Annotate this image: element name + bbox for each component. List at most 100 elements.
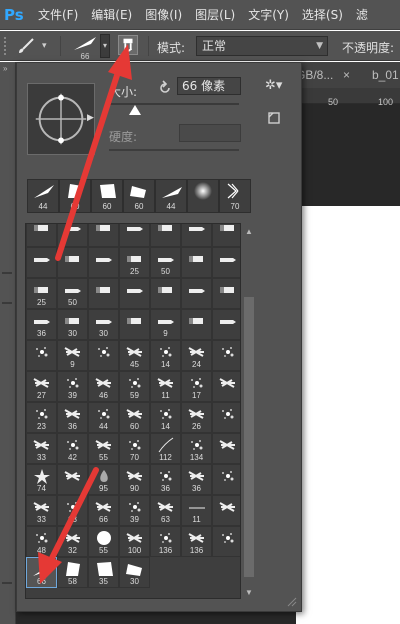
brush-tile[interactable] [212, 526, 240, 557]
brush-tile[interactable]: 48 [26, 526, 57, 557]
brush-tile[interactable] [212, 224, 240, 247]
recent-brush-tile[interactable] [187, 179, 219, 213]
brush-tile[interactable]: 45 [119, 340, 150, 371]
brush-tile[interactable]: 42 [57, 433, 88, 464]
brush-tile[interactable]: 33 [26, 495, 57, 526]
hardness-input[interactable] [179, 124, 241, 142]
gear-icon[interactable]: ✲▾ [265, 77, 289, 93]
brush-tile[interactable] [88, 224, 119, 247]
brush-tile[interactable]: 44 [88, 402, 119, 433]
recent-brush-tile[interactable]: 60 [91, 179, 123, 213]
menu-image[interactable]: 图像(I) [145, 6, 182, 23]
scrollbar[interactable]: ▲ ▼ [241, 223, 257, 599]
brush-tile[interactable]: 60 [119, 402, 150, 433]
brush-tile[interactable]: 63 [57, 495, 88, 526]
brush-tile[interactable]: 55 [88, 526, 119, 557]
recent-brush-tile[interactable]: 70 [219, 179, 251, 213]
brush-tile[interactable] [212, 247, 240, 278]
brush-tile[interactable]: 33 [26, 433, 57, 464]
size-input[interactable]: 66 像素 [177, 77, 241, 95]
brush-tile[interactable] [212, 278, 240, 309]
brush-tile[interactable]: 32 [57, 526, 88, 557]
brush-tile[interactable]: 70 [119, 433, 150, 464]
brush-tool-icon[interactable] [16, 37, 36, 55]
brush-tile[interactable]: 100 [119, 526, 150, 557]
brush-tile[interactable]: 63 [150, 495, 181, 526]
recent-brush-tile[interactable]: 44 [27, 179, 59, 213]
brush-tile[interactable] [26, 247, 57, 278]
brush-tile[interactable] [119, 278, 150, 309]
brush-tile[interactable] [181, 247, 212, 278]
brush-tile[interactable]: 30 [119, 557, 150, 588]
reset-size-icon[interactable] [157, 80, 173, 96]
brush-tile[interactable] [57, 464, 88, 495]
brush-tile[interactable] [119, 309, 150, 340]
toggle-brush-panel-icon[interactable] [118, 35, 138, 55]
brush-tile[interactable]: 30 [57, 309, 88, 340]
brush-tile[interactable]: 74 [26, 464, 57, 495]
brush-tile[interactable]: 35 [88, 557, 119, 588]
angle-arrow-icon[interactable]: ▶ [87, 112, 94, 123]
tool-slot[interactable] [2, 302, 12, 304]
recent-brush-tile[interactable]: 60 [123, 179, 155, 213]
brush-tile[interactable] [150, 278, 181, 309]
brush-tile[interactable]: 50 [57, 278, 88, 309]
brush-tile[interactable] [26, 224, 57, 247]
brush-tile[interactable]: 14 [150, 340, 181, 371]
brush-tile[interactable]: 11 [150, 371, 181, 402]
brush-tile[interactable] [181, 224, 212, 247]
document-canvas[interactable] [296, 206, 400, 624]
menu-layer[interactable]: 图层(L) [195, 6, 235, 23]
brush-tile[interactable]: 66 [26, 557, 57, 588]
brush-tile[interactable]: 24 [181, 340, 212, 371]
mode-select[interactable]: 正常 ▼ [196, 36, 328, 56]
brush-tile[interactable]: 25 [119, 247, 150, 278]
brush-tile[interactable]: 58 [57, 557, 88, 588]
brush-tile[interactable]: 136 [181, 526, 212, 557]
brush-tile[interactable]: 112 [150, 433, 181, 464]
document-tab-2[interactable]: b_01 [372, 68, 399, 82]
brush-tile[interactable]: 136 [150, 526, 181, 557]
brush-tile[interactable]: 59 [119, 371, 150, 402]
menu-edit[interactable]: 编辑(E) [91, 6, 132, 23]
expand-panel-icon[interactable]: » [3, 64, 7, 73]
brush-tile[interactable] [57, 247, 88, 278]
brush-tile[interactable] [119, 224, 150, 247]
brush-tile[interactable]: 46 [88, 371, 119, 402]
brush-tile[interactable]: 27 [26, 371, 57, 402]
menu-select[interactable]: 选择(S) [302, 6, 343, 23]
tool-slot[interactable] [2, 272, 12, 274]
brush-tile[interactable] [212, 495, 240, 526]
brush-tile[interactable] [212, 340, 240, 371]
brush-tile[interactable]: 11 [181, 495, 212, 526]
brush-tile[interactable]: 17 [181, 371, 212, 402]
brush-tile[interactable]: 36 [26, 309, 57, 340]
brush-tile[interactable]: 66 [88, 495, 119, 526]
brush-tile[interactable] [88, 247, 119, 278]
brush-tile[interactable]: 39 [119, 495, 150, 526]
brush-tile[interactable] [150, 224, 181, 247]
brush-tile[interactable]: 90 [119, 464, 150, 495]
brush-tile[interactable] [212, 433, 240, 464]
brush-tile[interactable]: 26 [181, 402, 212, 433]
brush-tile[interactable]: 14 [150, 402, 181, 433]
menu-type[interactable]: 文字(Y) [248, 6, 289, 23]
brush-tile[interactable] [212, 402, 240, 433]
scroll-down-icon[interactable]: ▼ [245, 588, 253, 597]
resize-grip-icon[interactable] [285, 595, 297, 607]
brush-tile[interactable]: 9 [57, 340, 88, 371]
brush-tile[interactable] [212, 464, 240, 495]
recent-brush-tile[interactable]: 44 [155, 179, 187, 213]
brush-tile[interactable] [212, 371, 240, 402]
brush-tile[interactable] [26, 340, 57, 371]
brush-tile[interactable] [88, 340, 119, 371]
brush-tile[interactable]: 39 [57, 371, 88, 402]
brush-tile[interactable]: 30 [88, 309, 119, 340]
tool-slot[interactable] [2, 582, 12, 584]
scrollbar-thumb[interactable] [244, 297, 254, 577]
brush-tile[interactable] [88, 278, 119, 309]
brush-tile[interactable]: 9 [150, 309, 181, 340]
brush-tile[interactable]: 55 [88, 433, 119, 464]
brush-tile[interactable]: 134 [181, 433, 212, 464]
brush-preset-dropdown[interactable]: ▾ [100, 34, 110, 58]
